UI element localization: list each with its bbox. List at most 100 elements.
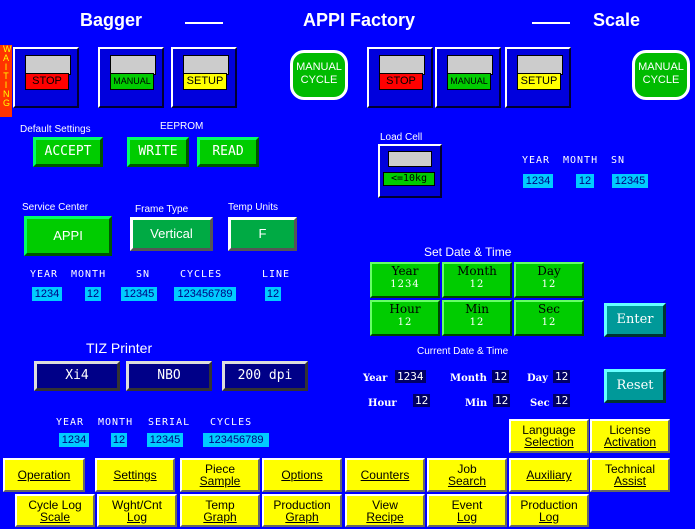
bagger-line-value: 12 <box>265 287 281 301</box>
nav-production-log[interactable]: Production Log <box>509 494 589 527</box>
nav-auxiliary-label: Auxiliary <box>526 468 572 482</box>
current-year-label: Year <box>363 373 388 384</box>
nav-event-log-label-1: Event <box>451 497 483 512</box>
scale-month-label: MONTH <box>563 155 599 166</box>
load-cell-value: <=10kg <box>383 172 435 186</box>
load-cell-panel: <=10kg <box>378 144 442 198</box>
nav-event-log[interactable]: Event Log <box>427 494 507 527</box>
printer-mode-button[interactable]: NBO <box>126 361 212 391</box>
scale-stop-button[interactable]: STOP <box>379 73 423 90</box>
printer-serial-value: 12345 <box>147 433 183 447</box>
nav-wght-cnt-label-2: Log <box>126 509 148 524</box>
set-hour-value: 12 <box>397 317 413 328</box>
nav-view-recipe-label-2: Recipe <box>366 509 404 524</box>
printer-year-value: 1234 <box>59 433 89 447</box>
printer-month-label: MONTH <box>98 417 134 428</box>
nav-production-graph-label-2: Graph <box>285 509 319 524</box>
read-button[interactable]: READ <box>197 137 259 167</box>
nav-operation[interactable]: Operation <box>3 458 85 492</box>
nav-piece-sample-label-2: Sample <box>199 474 241 488</box>
bagger-month-label: MONTH <box>71 269 107 280</box>
printer-model-button[interactable]: Xi4 <box>34 361 120 391</box>
nav-production-log-label-2: Log <box>538 509 560 524</box>
scale-stop-panel: STOP <box>367 47 433 108</box>
nav-piece-sample[interactable]: Piece Sample <box>180 458 260 492</box>
current-month-label: Month <box>450 373 487 384</box>
set-month-label: Month <box>457 264 497 278</box>
scale-manual-button[interactable]: MANUAL <box>447 73 491 90</box>
nav-view-recipe-label-1: View <box>372 497 398 512</box>
nav-production-graph[interactable]: Production Graph <box>262 494 342 527</box>
nav-event-log-label-2: Log <box>456 509 478 524</box>
nav-settings[interactable]: Settings <box>95 458 175 492</box>
set-year-value: 1234 <box>390 279 420 290</box>
load-cell-label: Load Cell <box>380 132 423 143</box>
nav-options[interactable]: Options <box>262 458 342 492</box>
service-center-label: Service Center <box>22 202 89 213</box>
reset-button[interactable]: Reset <box>604 369 666 403</box>
bagger-stop-button[interactable]: STOP <box>25 73 69 90</box>
printer-month-value: 12 <box>111 433 127 447</box>
bagger-manual-panel: MANUAL <box>98 47 164 108</box>
current-date-time-label: Current Date & Time <box>417 346 509 357</box>
nav-job-search[interactable]: Job Search <box>427 458 507 492</box>
setup-indicator <box>517 55 563 75</box>
bagger-cycles-value: 123456789 <box>174 287 236 301</box>
set-year-label: Year <box>391 264 419 278</box>
bagger-manual-button[interactable]: MANUAL <box>110 73 154 90</box>
frame-type-button[interactable]: Vertical <box>130 217 213 251</box>
header-divider <box>185 22 223 24</box>
eeprom-label: EEPROM <box>160 121 204 132</box>
setup-indicator <box>183 55 229 75</box>
frame-type-label: Frame Type <box>135 204 189 215</box>
nav-wght-cnt-log[interactable]: Wght/Cnt Log <box>97 494 177 527</box>
set-day-button[interactable]: Day 12 <box>514 262 584 298</box>
scale-title: Scale <box>593 10 641 30</box>
printer-resolution-button[interactable]: 200 dpi <box>222 361 308 391</box>
bagger-setup-button[interactable]: SETUP <box>183 73 227 90</box>
scale-sn-value: 12345 <box>612 174 648 188</box>
set-sec-button[interactable]: Sec 12 <box>514 300 584 336</box>
set-month-button[interactable]: Month 12 <box>442 262 512 298</box>
nav-job-search-label-2: Search <box>447 474 487 488</box>
bagger-manual-cycle-button[interactable]: MANUAL CYCLE <box>290 50 348 100</box>
license-activation-button[interactable]: License Activation <box>590 419 670 453</box>
bagger-year-label: YEAR <box>30 269 59 280</box>
nav-counters[interactable]: Counters <box>345 458 425 492</box>
nav-cycle-log-scale[interactable]: Cycle Log Scale <box>15 494 95 527</box>
bagger-line-label: LINE <box>262 269 291 280</box>
accept-button[interactable]: ACCEPT <box>33 137 103 167</box>
bagger-cycles-label: CYCLES <box>180 269 223 280</box>
language-selection-label-2: Selection <box>524 435 574 449</box>
bagger-title: Bagger <box>80 10 143 30</box>
enter-button[interactable]: Enter <box>604 303 666 337</box>
printer-cycles-value: 123456789 <box>203 433 269 447</box>
scale-setup-button[interactable]: SETUP <box>517 73 561 90</box>
manual-indicator <box>110 55 156 75</box>
set-min-value: 12 <box>469 317 485 328</box>
nav-cycle-log-label-1: Cycle Log <box>28 497 82 512</box>
scale-manual-panel: MANUAL <box>435 47 501 108</box>
nav-cycle-log-label-2: Scale <box>39 509 71 524</box>
set-hour-label: Hour <box>389 302 421 316</box>
current-year-value: 1234 <box>395 370 426 383</box>
set-min-button[interactable]: Min 12 <box>442 300 512 336</box>
nav-auxiliary[interactable]: Auxiliary <box>509 458 589 492</box>
bagger-stop-panel: STOP <box>13 47 79 108</box>
write-button[interactable]: WRITE <box>127 137 189 167</box>
language-selection-button[interactable]: Language Selection <box>509 419 589 453</box>
bagger-sn-label: SN <box>136 269 151 280</box>
scale-sn-label: SN <box>611 155 626 166</box>
current-min-label: Min <box>465 398 488 409</box>
scale-manual-cycle-button[interactable]: MANUAL CYCLE <box>632 50 690 100</box>
service-center-button[interactable]: APPI <box>24 216 112 256</box>
temp-units-button[interactable]: F <box>228 217 297 251</box>
nav-technical-assist[interactable]: Technical Assist <box>590 458 670 492</box>
set-hour-button[interactable]: Hour 12 <box>370 300 440 336</box>
waiting-status-text: WAITING <box>3 44 12 108</box>
set-year-button[interactable]: Year 1234 <box>370 262 440 298</box>
current-sec-label: Sec <box>530 398 550 409</box>
set-day-label: Day <box>537 264 561 278</box>
nav-view-recipe[interactable]: View Recipe <box>345 494 425 527</box>
nav-temp-graph[interactable]: Temp Graph <box>180 494 260 527</box>
